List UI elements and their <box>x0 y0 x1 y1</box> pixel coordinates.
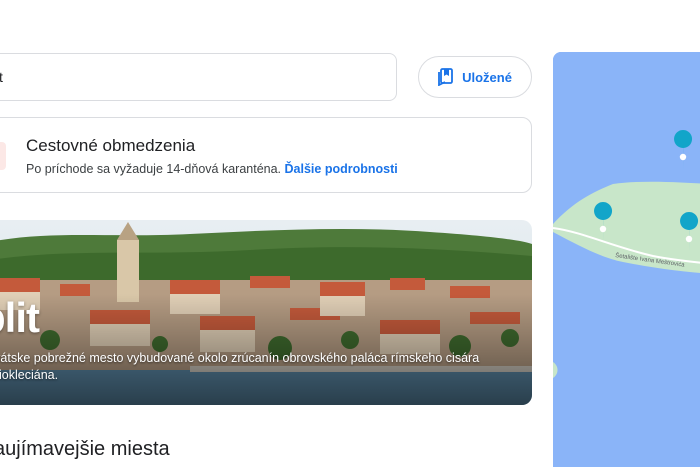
top-sights-heading: aujímavejšie miesta <box>0 438 170 460</box>
travel-restrictions-message: Po príchode sa vyžaduje 14-dňová karanté… <box>26 162 282 176</box>
search-input[interactable]: plit <box>0 53 397 101</box>
more-details-link[interactable]: Ďalšie podrobnosti <box>285 162 398 176</box>
destination-title: plit <box>0 294 40 341</box>
travel-restrictions-title: Cestovné obmedzenia <box>26 136 196 155</box>
saved-button[interactable]: Uložené <box>418 56 532 98</box>
travel-restrictions-card: Cestovné obmedzenia Po príchode sa vyžad… <box>0 117 532 193</box>
map-view[interactable]: Šetalište Ivana Meštrovića <box>553 52 700 467</box>
saved-button-label: Uložené <box>462 69 512 85</box>
travel-restrictions-text: Po príchode sa vyžaduje 14-dňová karanté… <box>26 162 398 176</box>
map-canvas: Šetalište Ivana Meštrovića <box>553 52 700 467</box>
destination-hero-card[interactable]: plit rvátske pobrežné mesto vybudované o… <box>0 220 532 405</box>
bookmark-list-icon <box>438 68 454 86</box>
destination-description: rvátske pobrežné mesto vybudované okolo … <box>0 351 480 382</box>
warning-icon <box>0 142 6 170</box>
search-value: plit <box>0 69 3 85</box>
